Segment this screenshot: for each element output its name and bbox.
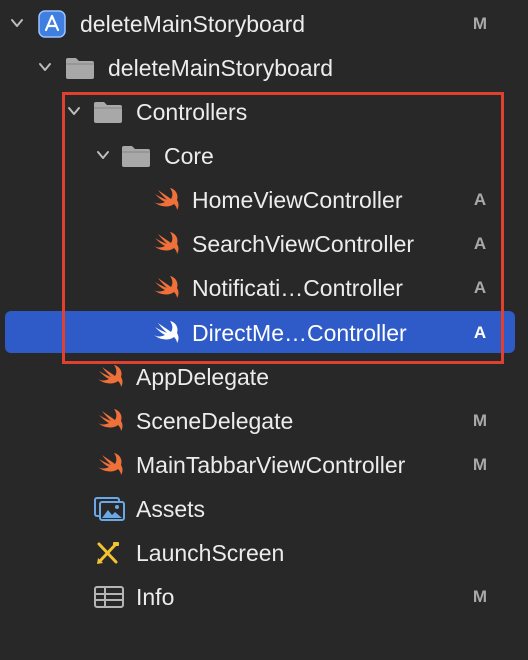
navigator-item-label: Assets <box>136 496 206 522</box>
navigator-item-label: Notificati…Controller <box>192 275 403 301</box>
navigator-item-label: SearchViewController <box>192 231 415 257</box>
asset-catalog-icon <box>94 496 126 522</box>
status-badge: A <box>473 190 487 209</box>
navigator-item-label: AppDelegate <box>136 364 269 390</box>
status-badge: M <box>472 14 488 33</box>
navigator-item-searchviewcontroller[interactable]: SearchViewController A <box>0 222 528 266</box>
navigator-item-launchscreen[interactable]: LaunchScreen <box>0 531 528 575</box>
plist-icon <box>94 584 126 610</box>
navigator-item-label: HomeViewController <box>192 187 403 213</box>
xcode-project-icon <box>37 10 67 38</box>
swift-icon <box>94 364 126 390</box>
navigator-item-group[interactable]: deleteMainStoryboard <box>0 46 528 90</box>
navigator-item-scenedelegate[interactable]: SceneDelegate M <box>0 399 528 443</box>
folder-icon <box>92 99 124 125</box>
swift-icon <box>150 187 182 213</box>
swift-icon <box>94 408 126 434</box>
navigator-item-label: Info <box>136 584 175 610</box>
status-badge: A <box>473 234 487 253</box>
navigator-item-label: MainTabbarViewController <box>136 452 406 478</box>
navigator-item-label: Core <box>164 143 214 169</box>
navigator-item-project[interactable]: deleteMainStoryboard M <box>0 2 528 46</box>
navigator-item-maintabbarviewcontroller[interactable]: MainTabbarViewController M <box>0 443 528 487</box>
navigator-item-label: DirectMe…Controller <box>192 320 407 346</box>
navigator-item-label: LaunchScreen <box>136 540 285 566</box>
storyboard-icon <box>94 540 126 566</box>
navigator-item-notificationscontroller[interactable]: Notificati…Controller A <box>0 266 528 310</box>
navigator-item-label: SceneDelegate <box>136 408 294 434</box>
status-badge: A <box>473 323 487 342</box>
folder-icon <box>64 55 96 81</box>
navigator-item-controllers[interactable]: Controllers <box>0 90 528 134</box>
chevron-down-icon[interactable] <box>67 104 81 118</box>
navigator-item-assets[interactable]: Assets <box>0 487 528 531</box>
navigator-item-label: deleteMainStoryboard <box>108 55 334 81</box>
swift-icon <box>150 231 182 257</box>
navigator-item-label: Controllers <box>136 99 248 125</box>
status-badge: A <box>473 278 487 297</box>
swift-icon <box>94 452 126 478</box>
swift-icon <box>150 275 182 301</box>
navigator-item-info[interactable]: Info M <box>0 575 528 619</box>
navigator-item-homeviewcontroller[interactable]: HomeViewController A <box>0 178 528 222</box>
status-badge: M <box>472 455 488 474</box>
status-badge: M <box>472 411 488 430</box>
chevron-down-icon[interactable] <box>96 148 110 162</box>
status-badge: M <box>472 587 488 606</box>
navigator-item-core[interactable]: Core <box>0 134 528 178</box>
navigator-item-directmessagescontroller[interactable]: DirectMe…Controller A <box>0 311 528 355</box>
swift-icon <box>150 320 182 346</box>
navigator-item-label: deleteMainStoryboard <box>80 11 306 37</box>
folder-icon <box>120 143 152 169</box>
chevron-down-icon[interactable] <box>38 60 52 74</box>
chevron-down-icon[interactable] <box>10 16 24 30</box>
navigator-item-appdelegate[interactable]: AppDelegate <box>0 355 528 399</box>
